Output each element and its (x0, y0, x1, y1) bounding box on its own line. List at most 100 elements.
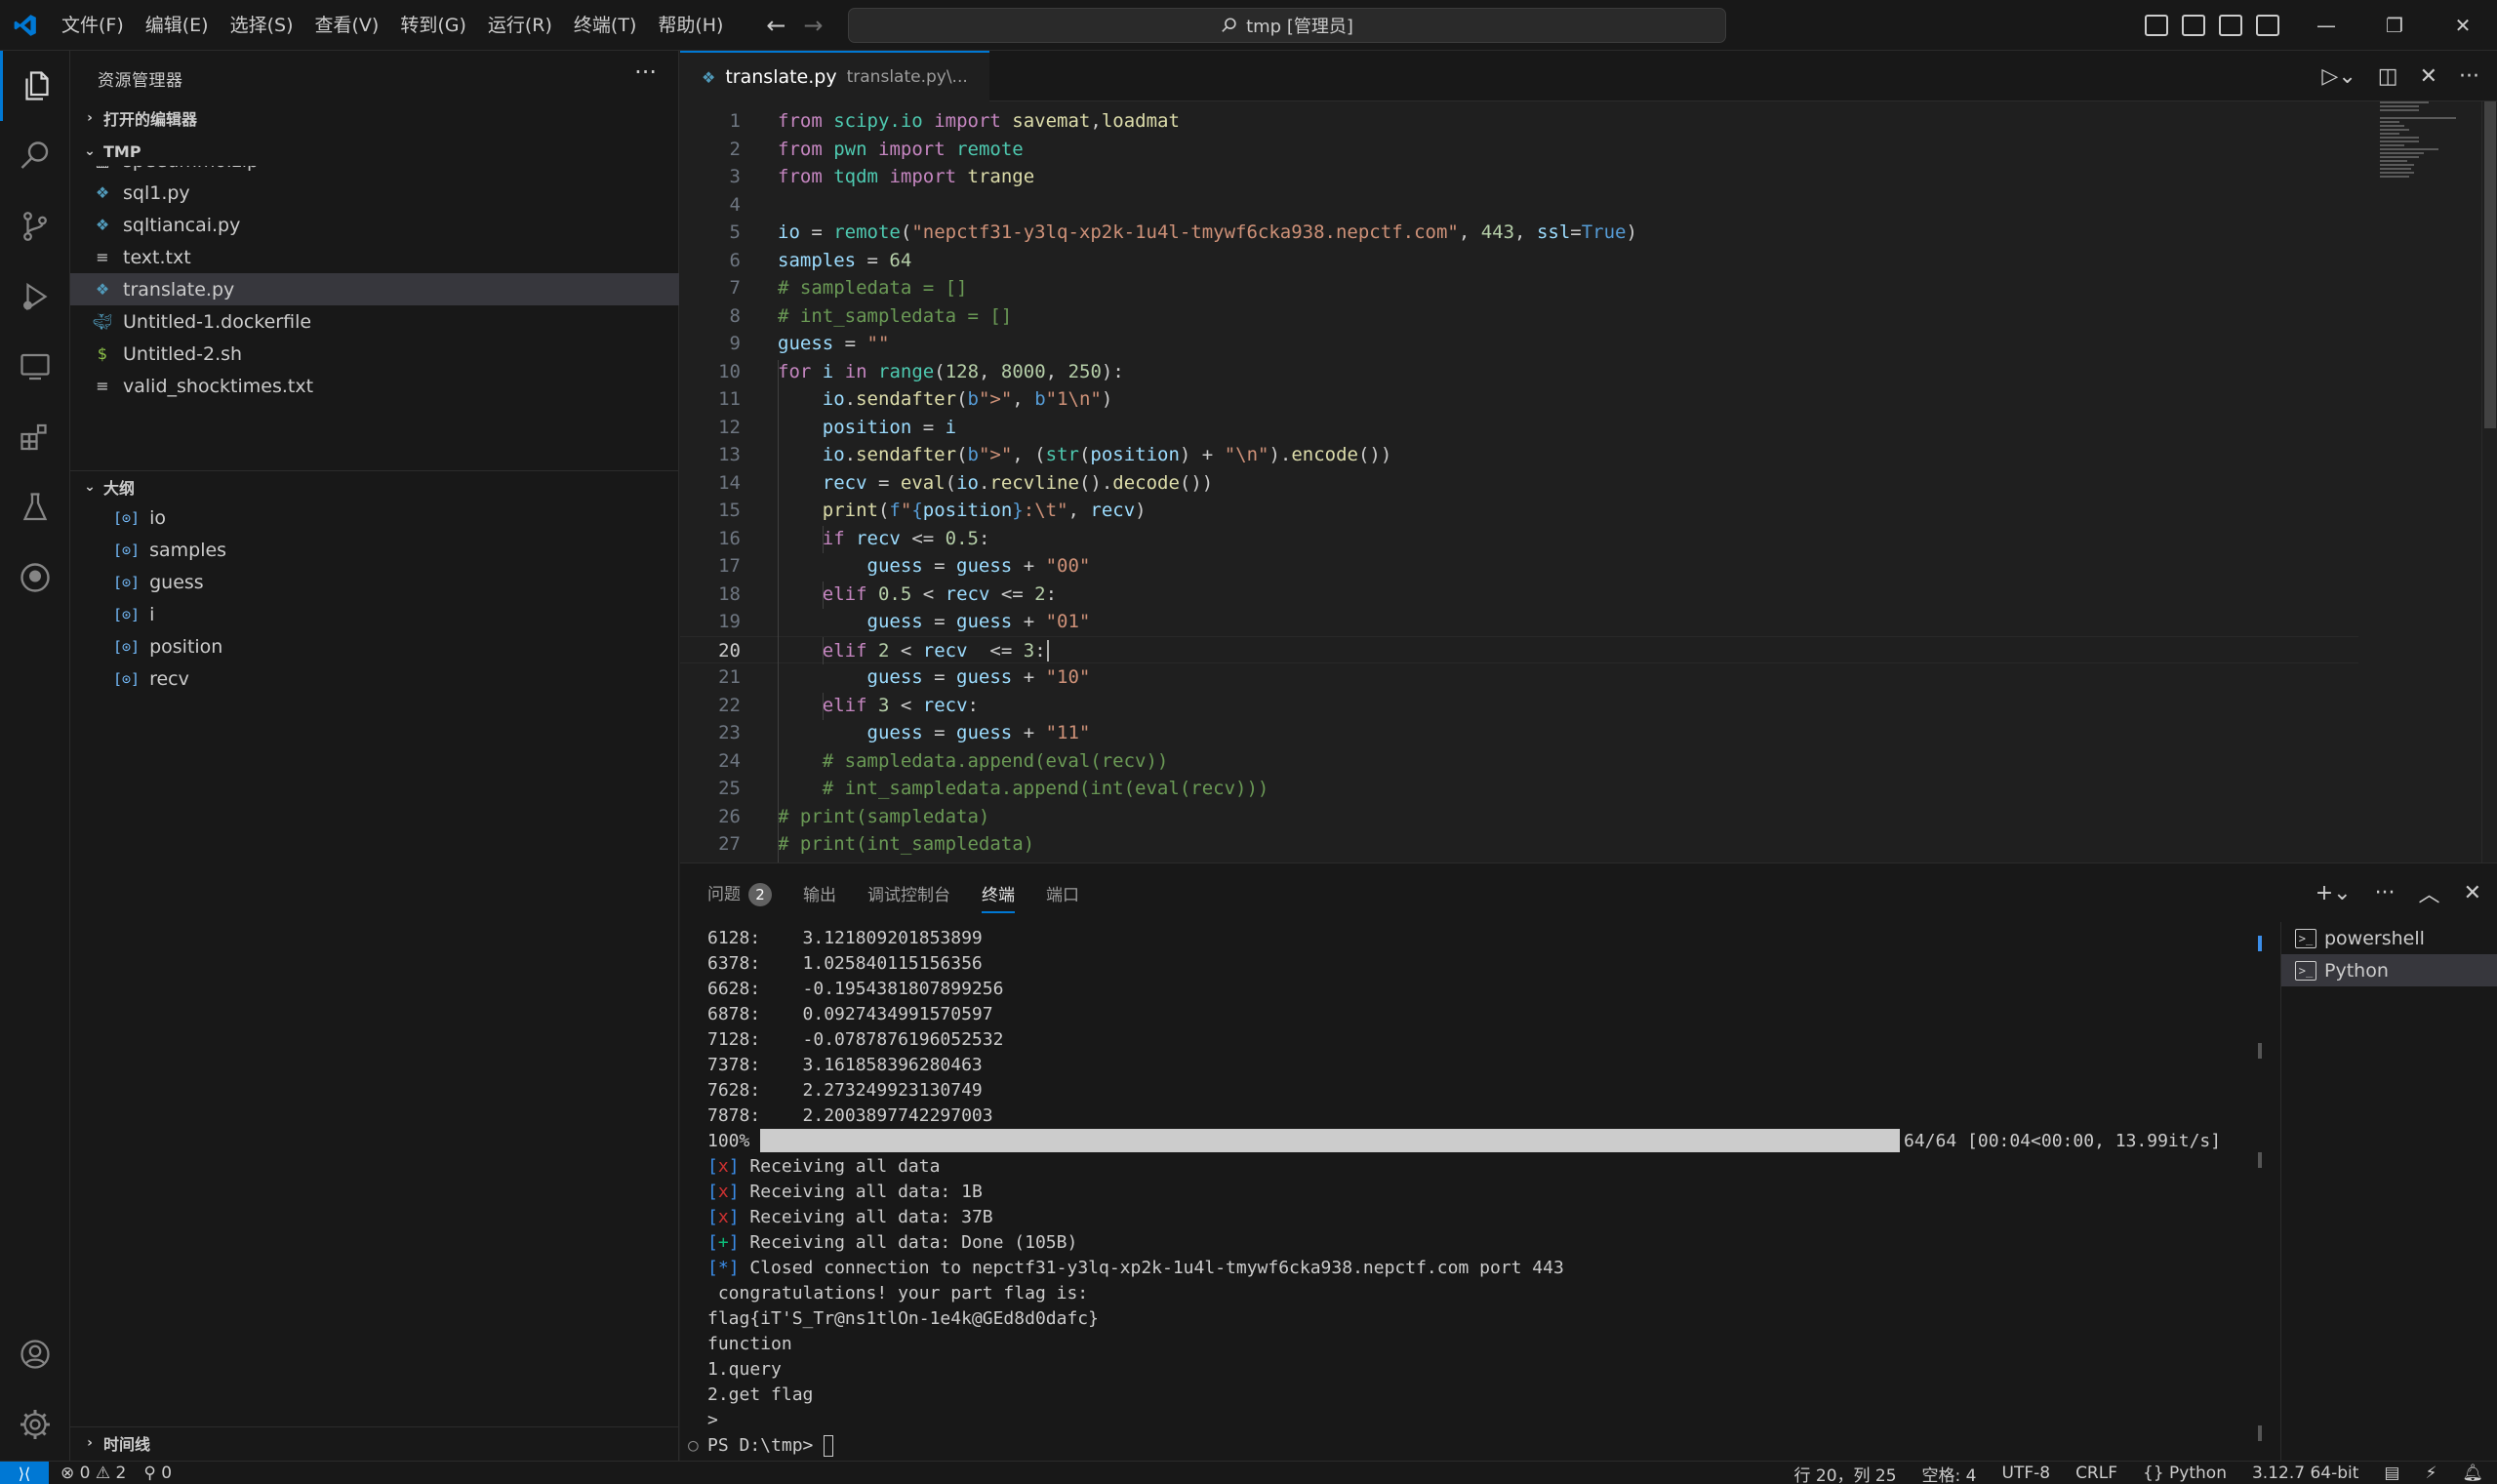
terminal-instance[interactable]: >_ powershell (2281, 922, 2497, 954)
menu-item[interactable]: 选择(S) (220, 0, 304, 51)
menu-item[interactable]: 运行(R) (477, 0, 563, 51)
file-item[interactable]: ▦ speedmmo.zip (70, 166, 679, 177)
panel-tab[interactable]: 调试控制台 (867, 881, 950, 905)
tab-translate-py[interactable]: ❖ translate.py translate.py\... (680, 51, 989, 101)
code-line[interactable]: 11 io.sendafter(b">", b"1\n") (680, 385, 2358, 414)
run-python-icon[interactable]: ▷⌄ (2321, 64, 2356, 89)
code-line[interactable]: 14 recv = eval(io.recvline().decode()) (680, 469, 2358, 498)
panel-more-icon[interactable]: ··· (2375, 881, 2396, 905)
source-control-icon[interactable] (0, 191, 70, 261)
code-line[interactable]: 4 (680, 191, 2358, 220)
outline-item[interactable]: [⊙] io (70, 501, 679, 534)
editor-more-icon[interactable]: ··· (2459, 64, 2479, 89)
scroll-thumb[interactable] (2484, 101, 2496, 428)
back-arrow-icon[interactable]: ← (757, 7, 794, 44)
code-line[interactable]: 25 # int_sampledata.append(int(eval(recv… (680, 775, 2358, 803)
github-icon[interactable] (0, 542, 70, 613)
extensions-icon[interactable] (0, 402, 70, 472)
file-item[interactable]: ❖ sqltiancai.py (70, 209, 679, 241)
close-panel-icon[interactable]: ✕ (2464, 881, 2481, 905)
remote-explorer-icon[interactable] (0, 332, 70, 402)
indentation[interactable]: 空格: 4 (1922, 1462, 1977, 1484)
line-ending[interactable]: CRLF (2075, 1464, 2117, 1483)
code-line[interactable]: 6 samples = 64 (680, 247, 2358, 275)
file-icon[interactable]: ▤ (2384, 1464, 2399, 1483)
panel-tab[interactable]: 终端 (982, 881, 1015, 913)
code-line[interactable]: 3 from tqdm import trange (680, 163, 2358, 191)
menu-item[interactable]: 编辑(E) (135, 0, 220, 51)
code-line[interactable]: 15 print(f"{position}:\t", recv) (680, 497, 2358, 525)
toggle-primary-sidebar-icon[interactable] (2145, 15, 2168, 36)
code-line[interactable]: 24 # sampledata.append(eval(recv)) (680, 747, 2358, 776)
python-interpreter[interactable]: 3.12.7 64-bit (2252, 1464, 2358, 1483)
code-line[interactable]: 20 elif 2 < recv <= 3: (680, 635, 2358, 663)
maximize-panel-icon[interactable]: ︿ (2419, 877, 2440, 908)
minimize-icon[interactable]: — (2292, 0, 2360, 51)
outline-item[interactable]: [⊙] samples (70, 534, 679, 566)
code-line[interactable]: 10 for i in range(128, 8000, 250): (680, 358, 2358, 386)
outline-item[interactable]: [⊙] guess (70, 566, 679, 598)
file-item[interactable]: ❖ sql1.py (70, 177, 679, 209)
file-item[interactable]: $ Untitled-2.sh (70, 338, 679, 370)
panel-tab[interactable]: 输出 (803, 881, 836, 905)
code-line[interactable]: 18 elif 0.5 < recv <= 2: (680, 581, 2358, 609)
code-line[interactable]: 21 guess = guess + "10" (680, 663, 2358, 692)
notifications-bell-icon[interactable]: 🔔︎ (2462, 1464, 2483, 1483)
code-line[interactable]: 9 guess = "" (680, 330, 2358, 358)
folder-section[interactable]: ⌄ TMP (70, 136, 679, 167)
code-line[interactable]: 12 position = i (680, 414, 2358, 442)
code-line[interactable]: 7 # sampledata = [] (680, 274, 2358, 302)
outline-item[interactable]: [⊙] i (70, 598, 679, 630)
code-line[interactable]: 13 io.sendafter(b">", (str(position) + "… (680, 441, 2358, 469)
timeline-section[interactable]: › 时间线 (70, 1426, 679, 1458)
code-line[interactable]: 26 # print(sampledata) (680, 803, 2358, 831)
command-center-search[interactable]: tmp [管理员] (848, 8, 1726, 43)
testing-icon[interactable] (0, 472, 70, 542)
settings-gear-icon[interactable] (0, 1389, 70, 1460)
outline-item[interactable]: [⊙] recv (70, 662, 679, 695)
code-line[interactable]: 8 # int_sampledata = [] (680, 302, 2358, 331)
run-debug-icon[interactable] (0, 261, 70, 332)
open-editors-section[interactable]: › 打开的编辑器 (70, 102, 679, 134)
problems-status[interactable]: ⊗ 0 ⚠ 2 (60, 1464, 126, 1483)
code-line[interactable]: 1 from scipy.io import savemat,loadmat (680, 107, 2358, 136)
search-view-icon[interactable] (0, 121, 70, 191)
account-icon[interactable] (0, 1319, 70, 1389)
outline-item[interactable]: [⊙] position (70, 630, 679, 662)
outline-section[interactable]: ⌄ 大纲 (70, 470, 679, 501)
code-line[interactable]: 17 guess = guess + "00" (680, 552, 2358, 581)
code-line[interactable]: 23 guess = guess + "11" (680, 719, 2358, 747)
copilot-icon[interactable]: ⚡ (2425, 1464, 2437, 1483)
restore-icon[interactable]: ❐ (2360, 0, 2429, 51)
panel-tab[interactable]: 问题 2 (707, 880, 772, 906)
explorer-icon[interactable] (0, 51, 70, 121)
language-mode[interactable]: {} Python (2143, 1464, 2227, 1483)
menu-item[interactable]: 帮助(H) (647, 0, 734, 51)
editor-scrollbar[interactable] (2481, 101, 2497, 862)
split-editor-icon[interactable]: ◫ (2378, 64, 2398, 89)
code-line[interactable]: 16 if recv <= 0.5: (680, 525, 2358, 553)
code-line[interactable]: 2 from pwn import remote (680, 136, 2358, 164)
forward-arrow-icon[interactable]: → (794, 7, 831, 44)
menu-item[interactable]: 终端(T) (563, 0, 647, 51)
panel-tab[interactable]: 端口 (1046, 881, 1079, 905)
encoding[interactable]: UTF-8 (2002, 1464, 2051, 1483)
code-line[interactable]: 27 # print(int_sampledata) (680, 830, 2358, 859)
ports-status[interactable]: ⚲ 0 (143, 1464, 172, 1483)
toggle-panel-icon[interactable] (2182, 15, 2205, 36)
more-actions-icon[interactable]: ··· (634, 59, 657, 86)
file-item[interactable]: ❖ translate.py (70, 273, 679, 305)
toggle-secondary-sidebar-icon[interactable] (2219, 15, 2242, 36)
cursor-position[interactable]: 行 20，列 25 (1793, 1462, 1896, 1484)
remote-indicator-icon[interactable]: ⟩⟨ (0, 1462, 49, 1484)
customize-layout-icon[interactable] (2256, 15, 2279, 36)
minimap[interactable] (2380, 101, 2458, 189)
menu-item[interactable]: 文件(F) (51, 0, 135, 51)
menu-item[interactable]: 查看(V) (304, 0, 390, 51)
file-item[interactable]: ≡ valid_shocktimes.txt (70, 370, 679, 402)
terminal-output[interactable]: 6128: 3.121809201853899 6378: 1.025840115… (688, 926, 2288, 1457)
code-line[interactable]: 22 elif 3 < recv: (680, 692, 2358, 720)
code-line[interactable]: 19 guess = guess + "01" (680, 608, 2358, 636)
menu-item[interactable]: 转到(G) (389, 0, 477, 51)
file-item[interactable]: ≡ text.txt (70, 241, 679, 273)
